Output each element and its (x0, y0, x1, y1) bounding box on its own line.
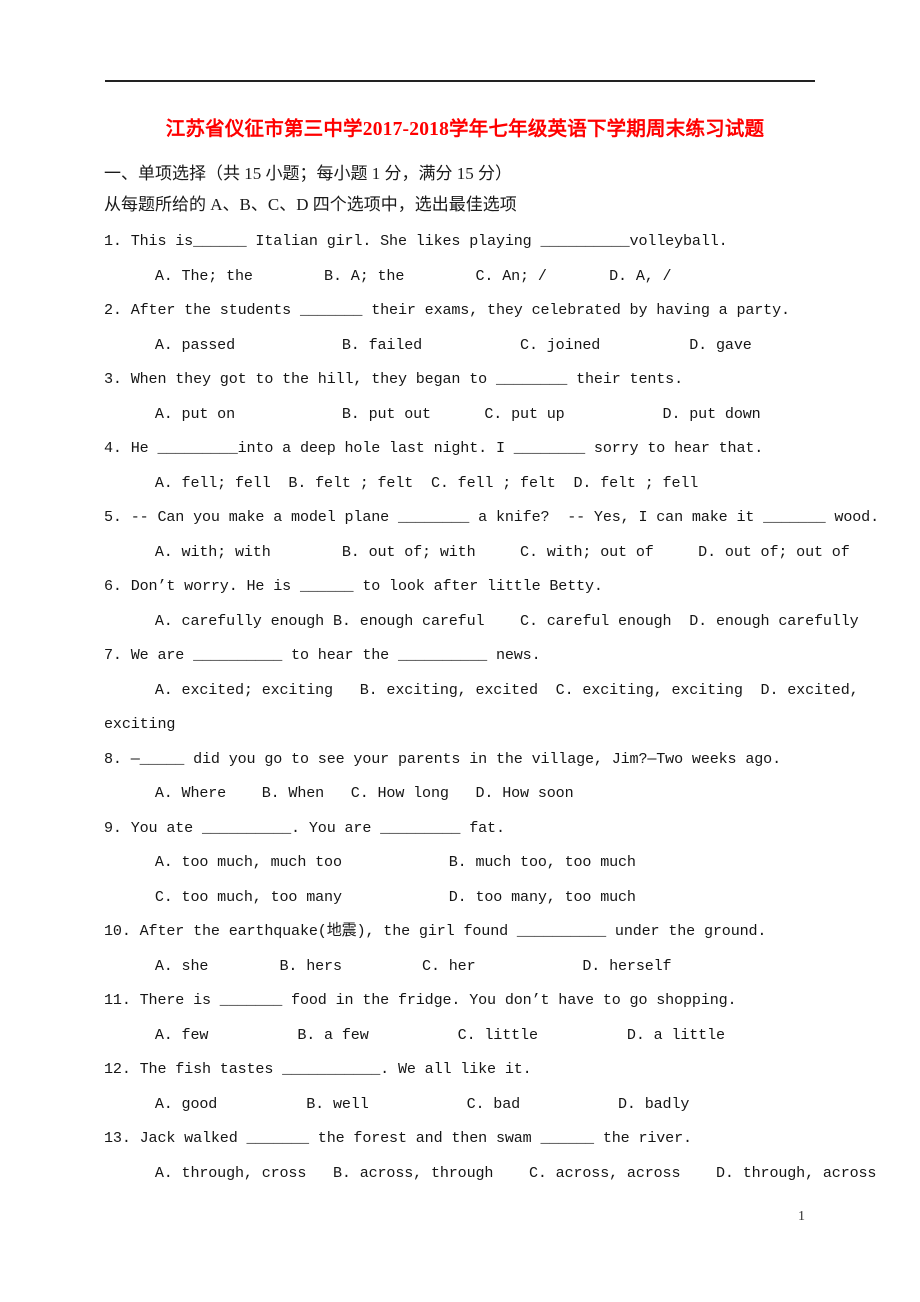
page-title: 江苏省仪征市第三中学2017-2018学年七年级英语下学期周末练习试题 (165, 119, 765, 140)
question-stem: 13. Jack walked _______ the forest and t… (104, 1129, 692, 1147)
question-stem: 12. The fish tastes ___________. We all … (104, 1060, 532, 1078)
exam-paper-page: 江苏省仪征市第三中学2017-2018学年七年级英语下学期周末练习试题 一、单项… (0, 0, 920, 1302)
question-options[interactable]: A. too much, much too B. much too, too m… (104, 845, 894, 880)
question-stem: 5. -- Can you make a model plane _______… (104, 508, 879, 526)
section-directions: 从每题所给的 A、B、C、D 四个选项中，选出最佳选项 (104, 195, 517, 214)
question-options[interactable]: A. Where B. When C. How long D. How soon (104, 776, 894, 811)
question-list: 1. This is______ Italian girl. She likes… (104, 224, 894, 1190)
section-instructions: 一、单项选择（共 15 小题；每小题 1 分，满分 15 分） 从每题所给的 A… (104, 158, 864, 220)
question-options[interactable]: A. good B. well C. bad D. badly (104, 1087, 894, 1122)
question-option-wrap[interactable]: exciting (104, 707, 894, 742)
question-stem: 9. You ate __________. You are _________… (104, 818, 505, 837)
question-stem: 4. He _________into a deep hole last nig… (104, 439, 764, 457)
question-options[interactable]: A. through, cross B. across, through C. … (104, 1156, 894, 1191)
page-number: 1 (798, 1209, 805, 1224)
question-options[interactable]: A. fell; fell B. felt ; felt C. fell ; f… (104, 466, 894, 501)
question-options[interactable]: A. carefully enough B. enough careful C.… (104, 604, 894, 639)
question-options[interactable]: C. too much, too many D. too many, too m… (104, 880, 894, 915)
header-divider-rule (105, 80, 815, 82)
question-stem: 11. There is _______ food in the fridge.… (104, 991, 737, 1009)
question-stem: 2. After the students _______ their exam… (104, 301, 790, 319)
question-options[interactable]: A. with; with B. out of; with C. with; o… (104, 535, 894, 570)
question-stem: 3. When they got to the hill, they began… (104, 370, 684, 388)
question-options[interactable]: A. excited; exciting B. exciting, excite… (104, 673, 894, 708)
question-stem: 8. —_____ did you go to see your parents… (104, 749, 781, 768)
question-stem: 1. This is______ Italian girl. She likes… (104, 232, 728, 250)
question-options[interactable]: A. put on B. put out C. put up D. put do… (104, 397, 894, 432)
section-heading: 一、单项选择（共 15 小题；每小题 1 分，满分 15 分） (104, 164, 512, 183)
question-stem: 7. We are __________ to hear the _______… (104, 646, 541, 664)
question-options[interactable]: A. passed B. failed C. joined D. gave (104, 328, 894, 363)
question-options[interactable]: A. she B. hers C. her D. herself (104, 949, 894, 984)
question-options[interactable]: A. The; the B. A; the C. An; / D. A, / (104, 259, 894, 294)
question-stem: 6. Don’t worry. He is ______ to look aft… (104, 577, 603, 595)
question-stem: 10. After the earthquake(地震), the girl f… (104, 922, 767, 940)
question-options[interactable]: A. few B. a few C. little D. a little (104, 1018, 894, 1053)
